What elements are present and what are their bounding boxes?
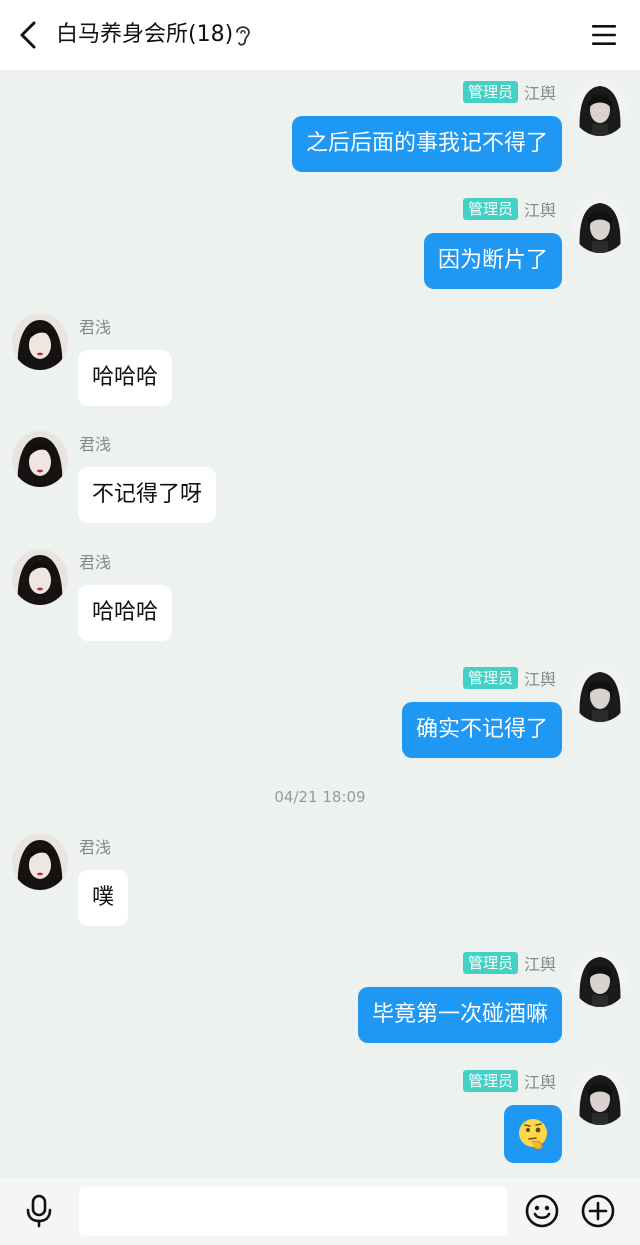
message-meta: 管理员 江舆: [462, 197, 556, 221]
thinking-face-emoji: [519, 1119, 547, 1150]
message-bubble[interactable]: 确实不记得了: [401, 702, 562, 758]
message-bubble[interactable]: 哈哈哈: [78, 585, 173, 641]
message-meta: 管理员 江舆: [462, 951, 556, 975]
sender-name[interactable]: 君浅: [79, 314, 111, 338]
chat-header: 白马养身会所(18): [0, 0, 640, 70]
admin-badge: 管理员: [462, 667, 518, 689]
message-list[interactable]: 管理员 江舆 之后后面的事我记不得了 管理员 江舆 因为断片了 君浅 哈哈哈 君…: [0, 70, 640, 1178]
message-meta: 君浅: [79, 834, 111, 858]
message-bubble[interactable]: 之后后面的事我记不得了: [291, 116, 562, 172]
plus-circle-icon[interactable]: [580, 1193, 616, 1229]
menu-button[interactable]: [590, 21, 618, 49]
message-bubble[interactable]: 毕竟第一次碰酒嘛: [357, 987, 562, 1043]
message-input[interactable]: [79, 1187, 507, 1236]
message-meta: 管理员 江舆: [462, 80, 556, 104]
avatar[interactable]: [572, 951, 628, 1007]
sender-name[interactable]: 君浅: [79, 834, 111, 858]
admin-badge: 管理员: [462, 1070, 518, 1092]
chat-title[interactable]: 白马养身会所(18): [56, 20, 233, 50]
ear-icon[interactable]: [232, 22, 254, 48]
admin-badge: 管理员: [462, 198, 518, 220]
timestamp-divider: 04/21 18:09: [274, 788, 366, 806]
message-meta: 管理员 江舆: [462, 666, 556, 690]
avatar[interactable]: [572, 666, 628, 722]
message-bubble[interactable]: 不记得了呀: [78, 467, 217, 523]
sender-name[interactable]: 君浅: [79, 549, 111, 573]
avatar[interactable]: [572, 197, 628, 253]
sender-name[interactable]: 江舆: [524, 666, 556, 690]
avatar[interactable]: [12, 549, 68, 605]
admin-badge: 管理员: [462, 81, 518, 103]
back-button[interactable]: [10, 17, 46, 53]
input-bar: [0, 1178, 640, 1245]
message-meta: 管理员 江舆: [462, 1069, 556, 1093]
message-bubble[interactable]: 噗: [78, 870, 129, 926]
smiley-icon[interactable]: [524, 1193, 560, 1229]
avatar[interactable]: [12, 314, 68, 370]
avatar[interactable]: [12, 834, 68, 890]
microphone-icon[interactable]: [22, 1194, 56, 1228]
avatar[interactable]: [12, 431, 68, 487]
sender-name[interactable]: 江舆: [524, 80, 556, 104]
message-bubble[interactable]: 哈哈哈: [78, 350, 173, 406]
sender-name[interactable]: 君浅: [79, 431, 111, 455]
sender-name[interactable]: 江舆: [524, 1069, 556, 1093]
admin-badge: 管理员: [462, 952, 518, 974]
message-bubble[interactable]: [504, 1105, 562, 1163]
avatar[interactable]: [572, 1069, 628, 1125]
message-meta: 君浅: [79, 431, 111, 455]
message-meta: 君浅: [79, 549, 111, 573]
sender-name[interactable]: 江舆: [524, 197, 556, 221]
avatar[interactable]: [572, 80, 628, 136]
message-bubble[interactable]: 因为断片了: [423, 233, 562, 289]
menu-icon: [592, 25, 616, 45]
message-meta: 君浅: [79, 314, 111, 338]
chevron-left-icon: [20, 21, 36, 49]
sender-name[interactable]: 江舆: [524, 951, 556, 975]
